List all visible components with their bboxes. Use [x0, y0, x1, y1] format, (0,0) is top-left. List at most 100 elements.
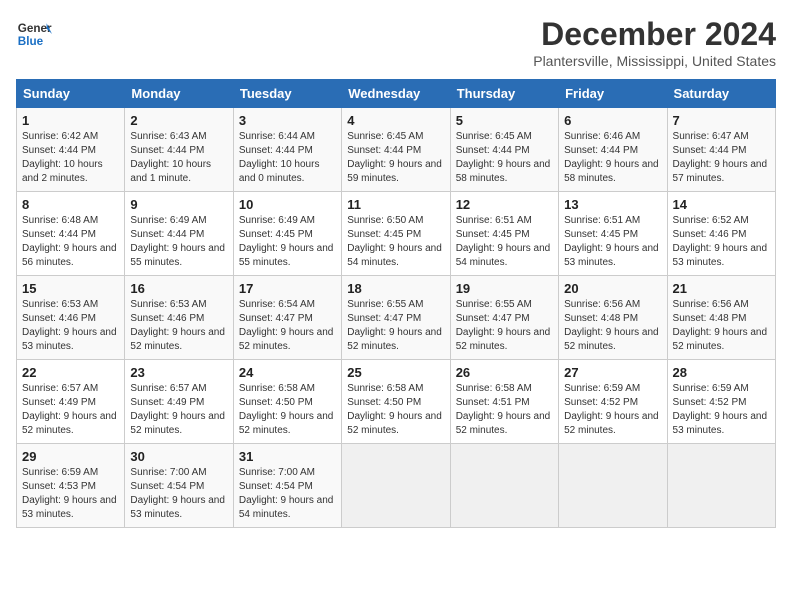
- day-cell: 24 Sunrise: 6:58 AMSunset: 4:50 PMDayligh…: [233, 360, 341, 444]
- day-cell: 22Sunrise: 6:57 AMSunset: 4:49 PMDayligh…: [17, 360, 125, 444]
- calendar-body: 1 Sunrise: 6:42 AMSunset: 4:44 PMDaylight…: [17, 108, 776, 528]
- day-info: Sunrise: 6:55 AMSunset: 4:47 PMDaylight:…: [456, 298, 553, 354]
- day-info: Sunrise: 6:44 AMSunset: 4:44 PMDaylight:…: [239, 130, 336, 186]
- day-number: 6: [564, 113, 661, 128]
- title-area: December 2024 Plantersville, Mississippi…: [533, 16, 776, 69]
- day-number: 8: [22, 197, 119, 212]
- day-number: 27: [564, 365, 661, 380]
- day-info: Sunrise: 7:00 AMSunset: 4:54 PMDaylight:…: [239, 466, 336, 522]
- day-cell: 16 Sunrise: 6:53 AMSunset: 4:46 PMDayligh…: [125, 276, 233, 360]
- day-info: Sunrise: 6:49 AMSunset: 4:45 PMDaylight:…: [239, 214, 336, 270]
- day-info: Sunrise: 6:43 AMSunset: 4:44 PMDaylight:…: [130, 130, 227, 186]
- day-cell: 3 Sunrise: 6:44 AMSunset: 4:44 PMDaylight…: [233, 108, 341, 192]
- day-info: Sunrise: 6:46 AMSunset: 4:44 PMDaylight:…: [564, 130, 661, 186]
- day-cell: 6 Sunrise: 6:46 AMSunset: 4:44 PMDaylight…: [559, 108, 667, 192]
- day-cell: 26 Sunrise: 6:58 AMSunset: 4:51 PMDayligh…: [450, 360, 558, 444]
- week-row-5: 29Sunrise: 6:59 AMSunset: 4:53 PMDayligh…: [17, 444, 776, 528]
- day-cell: 17 Sunrise: 6:54 AMSunset: 4:47 PMDayligh…: [233, 276, 341, 360]
- logo-icon: General Blue: [16, 16, 52, 52]
- day-cell: 9 Sunrise: 6:49 AMSunset: 4:44 PMDaylight…: [125, 192, 233, 276]
- day-info: Sunrise: 6:51 AMSunset: 4:45 PMDaylight:…: [564, 214, 661, 270]
- calendar-header-row: SundayMondayTuesdayWednesdayThursdayFrid…: [17, 80, 776, 108]
- day-number: 15: [22, 281, 119, 296]
- day-number: 10: [239, 197, 336, 212]
- day-number: 21: [673, 281, 770, 296]
- day-cell: 11 Sunrise: 6:50 AMSunset: 4:45 PMDayligh…: [342, 192, 450, 276]
- day-header-monday: Monday: [125, 80, 233, 108]
- day-header-sunday: Sunday: [17, 80, 125, 108]
- day-cell: [450, 444, 558, 528]
- calendar-subtitle: Plantersville, Mississippi, United State…: [533, 53, 776, 69]
- day-number: 19: [456, 281, 553, 296]
- logo: General Blue: [16, 16, 52, 52]
- day-cell: 7 Sunrise: 6:47 AMSunset: 4:44 PMDaylight…: [667, 108, 775, 192]
- day-number: 9: [130, 197, 227, 212]
- day-header-saturday: Saturday: [667, 80, 775, 108]
- day-cell: 27 Sunrise: 6:59 AMSunset: 4:52 PMDayligh…: [559, 360, 667, 444]
- day-info: Sunrise: 6:51 AMSunset: 4:45 PMDaylight:…: [456, 214, 553, 270]
- day-number: 25: [347, 365, 444, 380]
- week-row-3: 15 Sunrise: 6:53 AMSunset: 4:46 PMDayligh…: [17, 276, 776, 360]
- day-cell: [342, 444, 450, 528]
- svg-text:Blue: Blue: [18, 35, 44, 48]
- day-info: Sunrise: 6:57 AMSunset: 4:49 PMDaylight:…: [130, 382, 227, 438]
- day-cell: 31 Sunrise: 7:00 AMSunset: 4:54 PMDayligh…: [233, 444, 341, 528]
- day-info: Sunrise: 6:52 AMSunset: 4:46 PMDaylight:…: [673, 214, 770, 270]
- header: General Blue December 2024 Plantersville…: [16, 16, 776, 69]
- day-info: Sunrise: 6:49 AMSunset: 4:44 PMDaylight:…: [130, 214, 227, 270]
- day-number: 28: [673, 365, 770, 380]
- day-info: Sunrise: 6:54 AMSunset: 4:47 PMDaylight:…: [239, 298, 336, 354]
- day-info: Sunrise: 6:58 AMSunset: 4:51 PMDaylight:…: [456, 382, 553, 438]
- day-number: 18: [347, 281, 444, 296]
- day-number: 7: [673, 113, 770, 128]
- day-info: Sunrise: 6:56 AMSunset: 4:48 PMDaylight:…: [673, 298, 770, 354]
- calendar-table: SundayMondayTuesdayWednesdayThursdayFrid…: [16, 79, 776, 528]
- day-info: Sunrise: 6:58 AMSunset: 4:50 PMDaylight:…: [239, 382, 336, 438]
- day-info: Sunrise: 6:42 AMSunset: 4:44 PMDaylight:…: [22, 130, 119, 186]
- day-info: Sunrise: 6:55 AMSunset: 4:47 PMDaylight:…: [347, 298, 444, 354]
- day-cell: 12 Sunrise: 6:51 AMSunset: 4:45 PMDayligh…: [450, 192, 558, 276]
- day-info: Sunrise: 6:47 AMSunset: 4:44 PMDaylight:…: [673, 130, 770, 186]
- day-cell: 23 Sunrise: 6:57 AMSunset: 4:49 PMDayligh…: [125, 360, 233, 444]
- day-cell: 30Sunrise: 7:00 AMSunset: 4:54 PMDayligh…: [125, 444, 233, 528]
- day-info: Sunrise: 6:53 AMSunset: 4:46 PMDaylight:…: [130, 298, 227, 354]
- day-cell: 25 Sunrise: 6:58 AMSunset: 4:50 PMDayligh…: [342, 360, 450, 444]
- day-number: 26: [456, 365, 553, 380]
- week-row-4: 22Sunrise: 6:57 AMSunset: 4:49 PMDayligh…: [17, 360, 776, 444]
- day-cell: 18 Sunrise: 6:55 AMSunset: 4:47 PMDayligh…: [342, 276, 450, 360]
- day-info: Sunrise: 6:45 AMSunset: 4:44 PMDaylight:…: [347, 130, 444, 186]
- day-number: 24: [239, 365, 336, 380]
- day-number: 31: [239, 449, 336, 464]
- day-info: Sunrise: 6:59 AMSunset: 4:52 PMDaylight:…: [673, 382, 770, 438]
- day-info: Sunrise: 6:48 AMSunset: 4:44 PMDaylight:…: [22, 214, 119, 270]
- day-cell: 5Sunrise: 6:45 AMSunset: 4:44 PMDaylight…: [450, 108, 558, 192]
- day-info: Sunrise: 6:58 AMSunset: 4:50 PMDaylight:…: [347, 382, 444, 438]
- day-number: 1: [22, 113, 119, 128]
- day-info: Sunrise: 6:59 AMSunset: 4:52 PMDaylight:…: [564, 382, 661, 438]
- day-header-wednesday: Wednesday: [342, 80, 450, 108]
- day-cell: [667, 444, 775, 528]
- day-cell: 13 Sunrise: 6:51 AMSunset: 4:45 PMDayligh…: [559, 192, 667, 276]
- week-row-1: 1 Sunrise: 6:42 AMSunset: 4:44 PMDaylight…: [17, 108, 776, 192]
- day-number: 23: [130, 365, 227, 380]
- day-cell: [559, 444, 667, 528]
- day-header-thursday: Thursday: [450, 80, 558, 108]
- day-number: 30: [130, 449, 227, 464]
- day-number: 13: [564, 197, 661, 212]
- day-cell: 15Sunrise: 6:53 AMSunset: 4:46 PMDayligh…: [17, 276, 125, 360]
- day-number: 12: [456, 197, 553, 212]
- day-number: 17: [239, 281, 336, 296]
- day-number: 3: [239, 113, 336, 128]
- day-number: 4: [347, 113, 444, 128]
- day-number: 16: [130, 281, 227, 296]
- day-header-friday: Friday: [559, 80, 667, 108]
- day-info: Sunrise: 6:45 AMSunset: 4:44 PMDaylight:…: [456, 130, 553, 186]
- day-info: Sunrise: 6:50 AMSunset: 4:45 PMDaylight:…: [347, 214, 444, 270]
- day-number: 11: [347, 197, 444, 212]
- day-info: Sunrise: 6:57 AMSunset: 4:49 PMDaylight:…: [22, 382, 119, 438]
- day-cell: 1 Sunrise: 6:42 AMSunset: 4:44 PMDaylight…: [17, 108, 125, 192]
- day-cell: 14Sunrise: 6:52 AMSunset: 4:46 PMDayligh…: [667, 192, 775, 276]
- day-cell: 20Sunrise: 6:56 AMSunset: 4:48 PMDayligh…: [559, 276, 667, 360]
- day-cell: 8 Sunrise: 6:48 AMSunset: 4:44 PMDaylight…: [17, 192, 125, 276]
- day-cell: 28 Sunrise: 6:59 AMSunset: 4:52 PMDayligh…: [667, 360, 775, 444]
